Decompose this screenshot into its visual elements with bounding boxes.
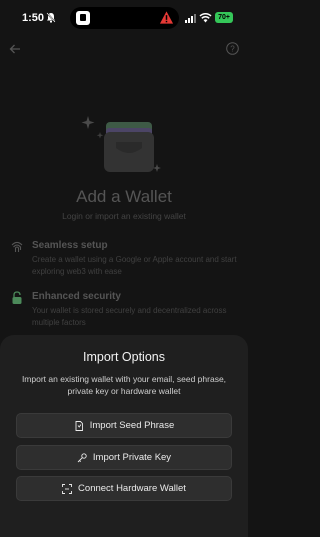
svg-text:?: ? xyxy=(230,44,235,53)
connect-hardware-wallet-button[interactable]: Connect Hardware Wallet xyxy=(16,476,232,501)
document-icon xyxy=(75,420,83,431)
page-subtitle: Login or import an existing wallet xyxy=(62,211,186,221)
button-label: Import Private Key xyxy=(92,452,172,463)
import-options-sheet: Import Options Import an existing wallet… xyxy=(0,335,248,537)
feature-desc: Create a wallet using a Google or Apple … xyxy=(32,255,237,276)
lock-icon xyxy=(12,291,22,304)
page-title: Add a Wallet xyxy=(76,187,172,206)
back-arrow-icon[interactable] xyxy=(9,43,21,55)
feature-title: Enhanced security xyxy=(32,291,121,302)
sheet-description: Import an existing wallet with your emai… xyxy=(21,374,227,396)
help-icon[interactable]: ? xyxy=(226,42,239,55)
scan-icon xyxy=(62,483,72,494)
wallet-illustration-icon xyxy=(81,116,161,172)
fingerprint-icon xyxy=(11,241,23,252)
feature-desc: Your wallet is stored securely and decen… xyxy=(32,306,227,327)
button-label: Connect Hardware Wallet xyxy=(78,483,186,494)
button-label: Import Seed Phrase xyxy=(89,420,175,431)
import-private-key-button[interactable]: Import Private Key xyxy=(16,445,232,470)
sheet-title: Import Options xyxy=(83,350,165,364)
key-icon xyxy=(77,452,87,462)
feature-title: Seamless setup xyxy=(32,240,108,251)
import-seed-phrase-button[interactable]: Import Seed Phrase xyxy=(16,413,232,438)
